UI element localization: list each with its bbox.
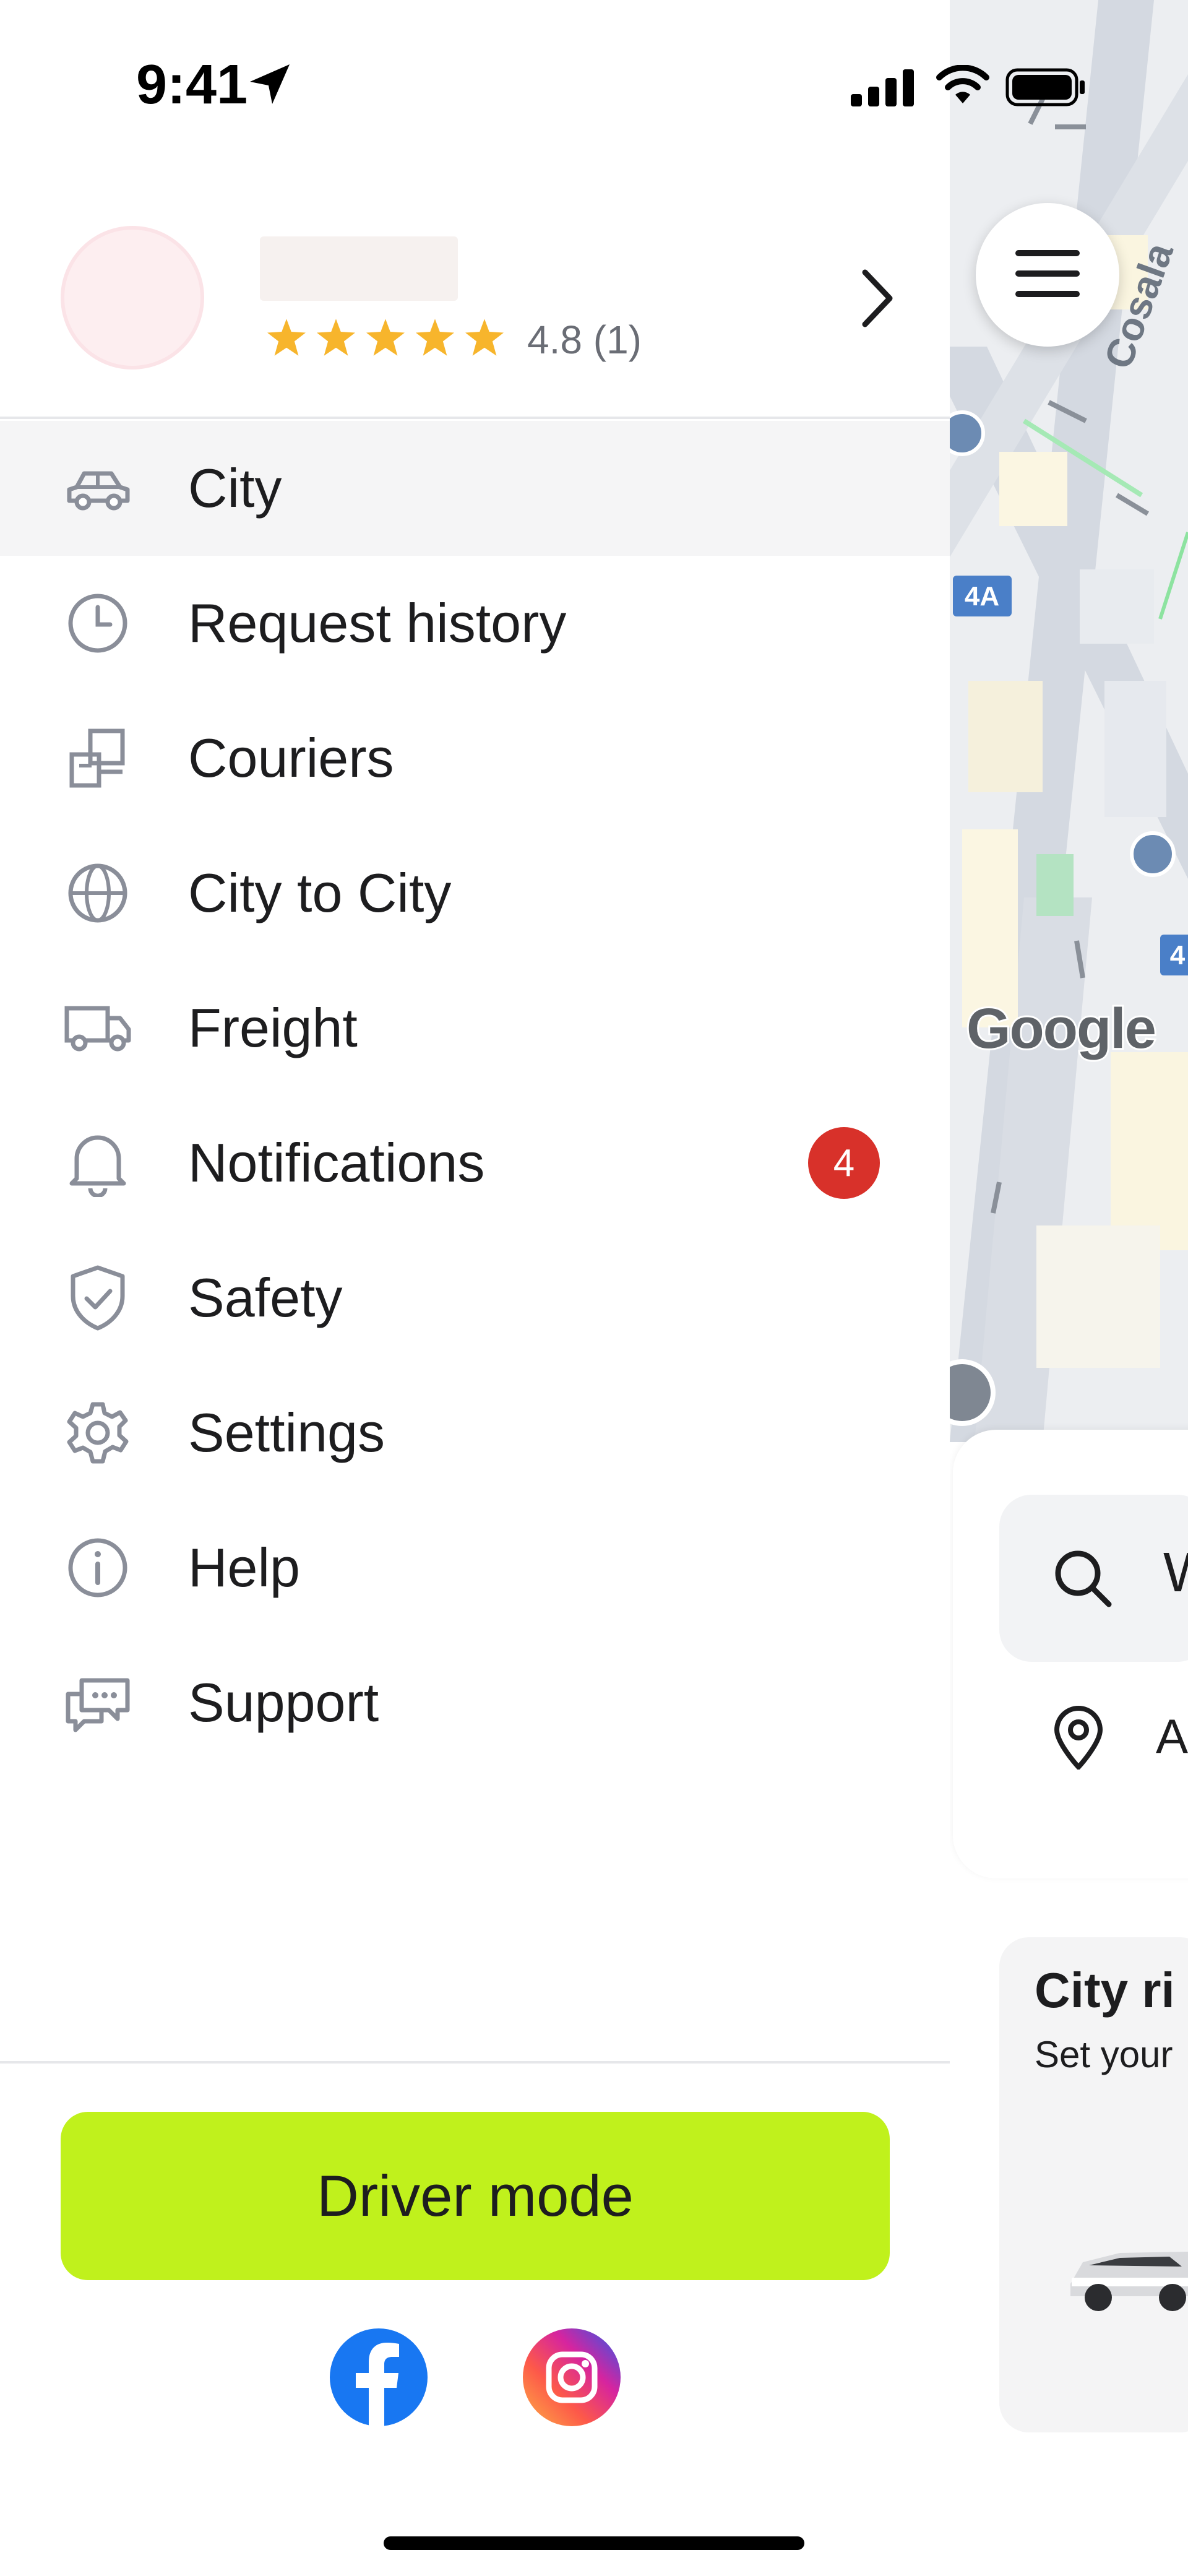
map-menu-button[interactable] (976, 203, 1119, 347)
menu-label: Freight (188, 997, 358, 1058)
hamburger-icon (1015, 249, 1080, 300)
star-icon (317, 319, 355, 359)
truck-icon (61, 991, 135, 1065)
menu-item-city-to-city[interactable]: City to City (0, 826, 950, 961)
location-arrow-icon (248, 62, 292, 110)
profile-name[interactable] (260, 236, 458, 301)
avatar[interactable] (61, 226, 204, 370)
chat-icon (61, 1666, 135, 1740)
bell-icon (61, 1126, 135, 1200)
menu-item-help[interactable]: Help (0, 1500, 950, 1635)
rating-stars (267, 319, 504, 359)
menu-item-support[interactable]: Support (0, 1635, 950, 1770)
menu-item-settings[interactable]: Settings (0, 1365, 950, 1500)
route-badge: 4A (965, 581, 999, 612)
rating-text: 4.8 (1) (527, 318, 642, 362)
search-icon (1052, 1547, 1114, 1612)
chevron-right-icon[interactable] (860, 267, 895, 332)
facebook-icon[interactable] (330, 2328, 428, 2429)
menu-item-couriers[interactable]: Couriers (0, 691, 950, 826)
driver-mode-button[interactable]: Driver mode (61, 2112, 890, 2280)
info-icon (61, 1531, 135, 1605)
route-badge-partial: 4 (1170, 940, 1186, 970)
star-icon (416, 319, 454, 359)
menu-item-city[interactable]: City (0, 421, 950, 556)
location-pin-icon (1052, 1705, 1105, 1773)
menu-label: City to City (188, 862, 452, 923)
star-icon (267, 319, 306, 359)
instagram-icon[interactable] (523, 2328, 621, 2429)
menu-label: Settings (188, 1402, 385, 1463)
gear-icon (61, 1396, 135, 1470)
menu-item-freight[interactable]: Freight (0, 961, 950, 1096)
battery-icon (1005, 68, 1086, 110)
home-indicator (384, 2536, 804, 2550)
notification-badge: 4 (808, 1127, 880, 1199)
divider (0, 417, 950, 419)
signal-icon (851, 69, 915, 110)
menu-label: City (188, 457, 282, 519)
search-text: W (1163, 1541, 1188, 1605)
car-icon (61, 451, 135, 525)
menu-label: Request history (188, 592, 567, 654)
menu-item-request-history[interactable]: Request history (0, 556, 950, 691)
divider (0, 2061, 950, 2064)
city-ride-subtitle: Set your (1035, 2034, 1173, 2075)
star-icon (366, 319, 405, 359)
google-logo: Google (965, 995, 1158, 1062)
menu-label: Support (188, 1672, 379, 1733)
menu-item-safety[interactable]: Safety (0, 1230, 950, 1365)
star-icon (465, 319, 504, 359)
side-drawer: 9:41 4.8 (1) City Request history Courie… (0, 0, 950, 2576)
wifi-icon (934, 64, 991, 109)
globe-icon (61, 856, 135, 930)
menu-label: Help (188, 1537, 300, 1598)
clock-icon (61, 586, 135, 660)
menu-item-notifications[interactable]: Notifications 4 (0, 1096, 950, 1230)
shield-check-icon (61, 1261, 135, 1335)
car-image (1064, 2228, 1188, 2318)
courier-icon (61, 721, 135, 795)
menu-label: Couriers (188, 727, 394, 789)
status-time: 9:41 (136, 54, 248, 116)
city-ride-title: City ri (1035, 1963, 1175, 2018)
current-location-text: A (1156, 1709, 1188, 1763)
menu-label: Safety (188, 1267, 343, 1328)
menu-label: Notifications (188, 1132, 485, 1193)
